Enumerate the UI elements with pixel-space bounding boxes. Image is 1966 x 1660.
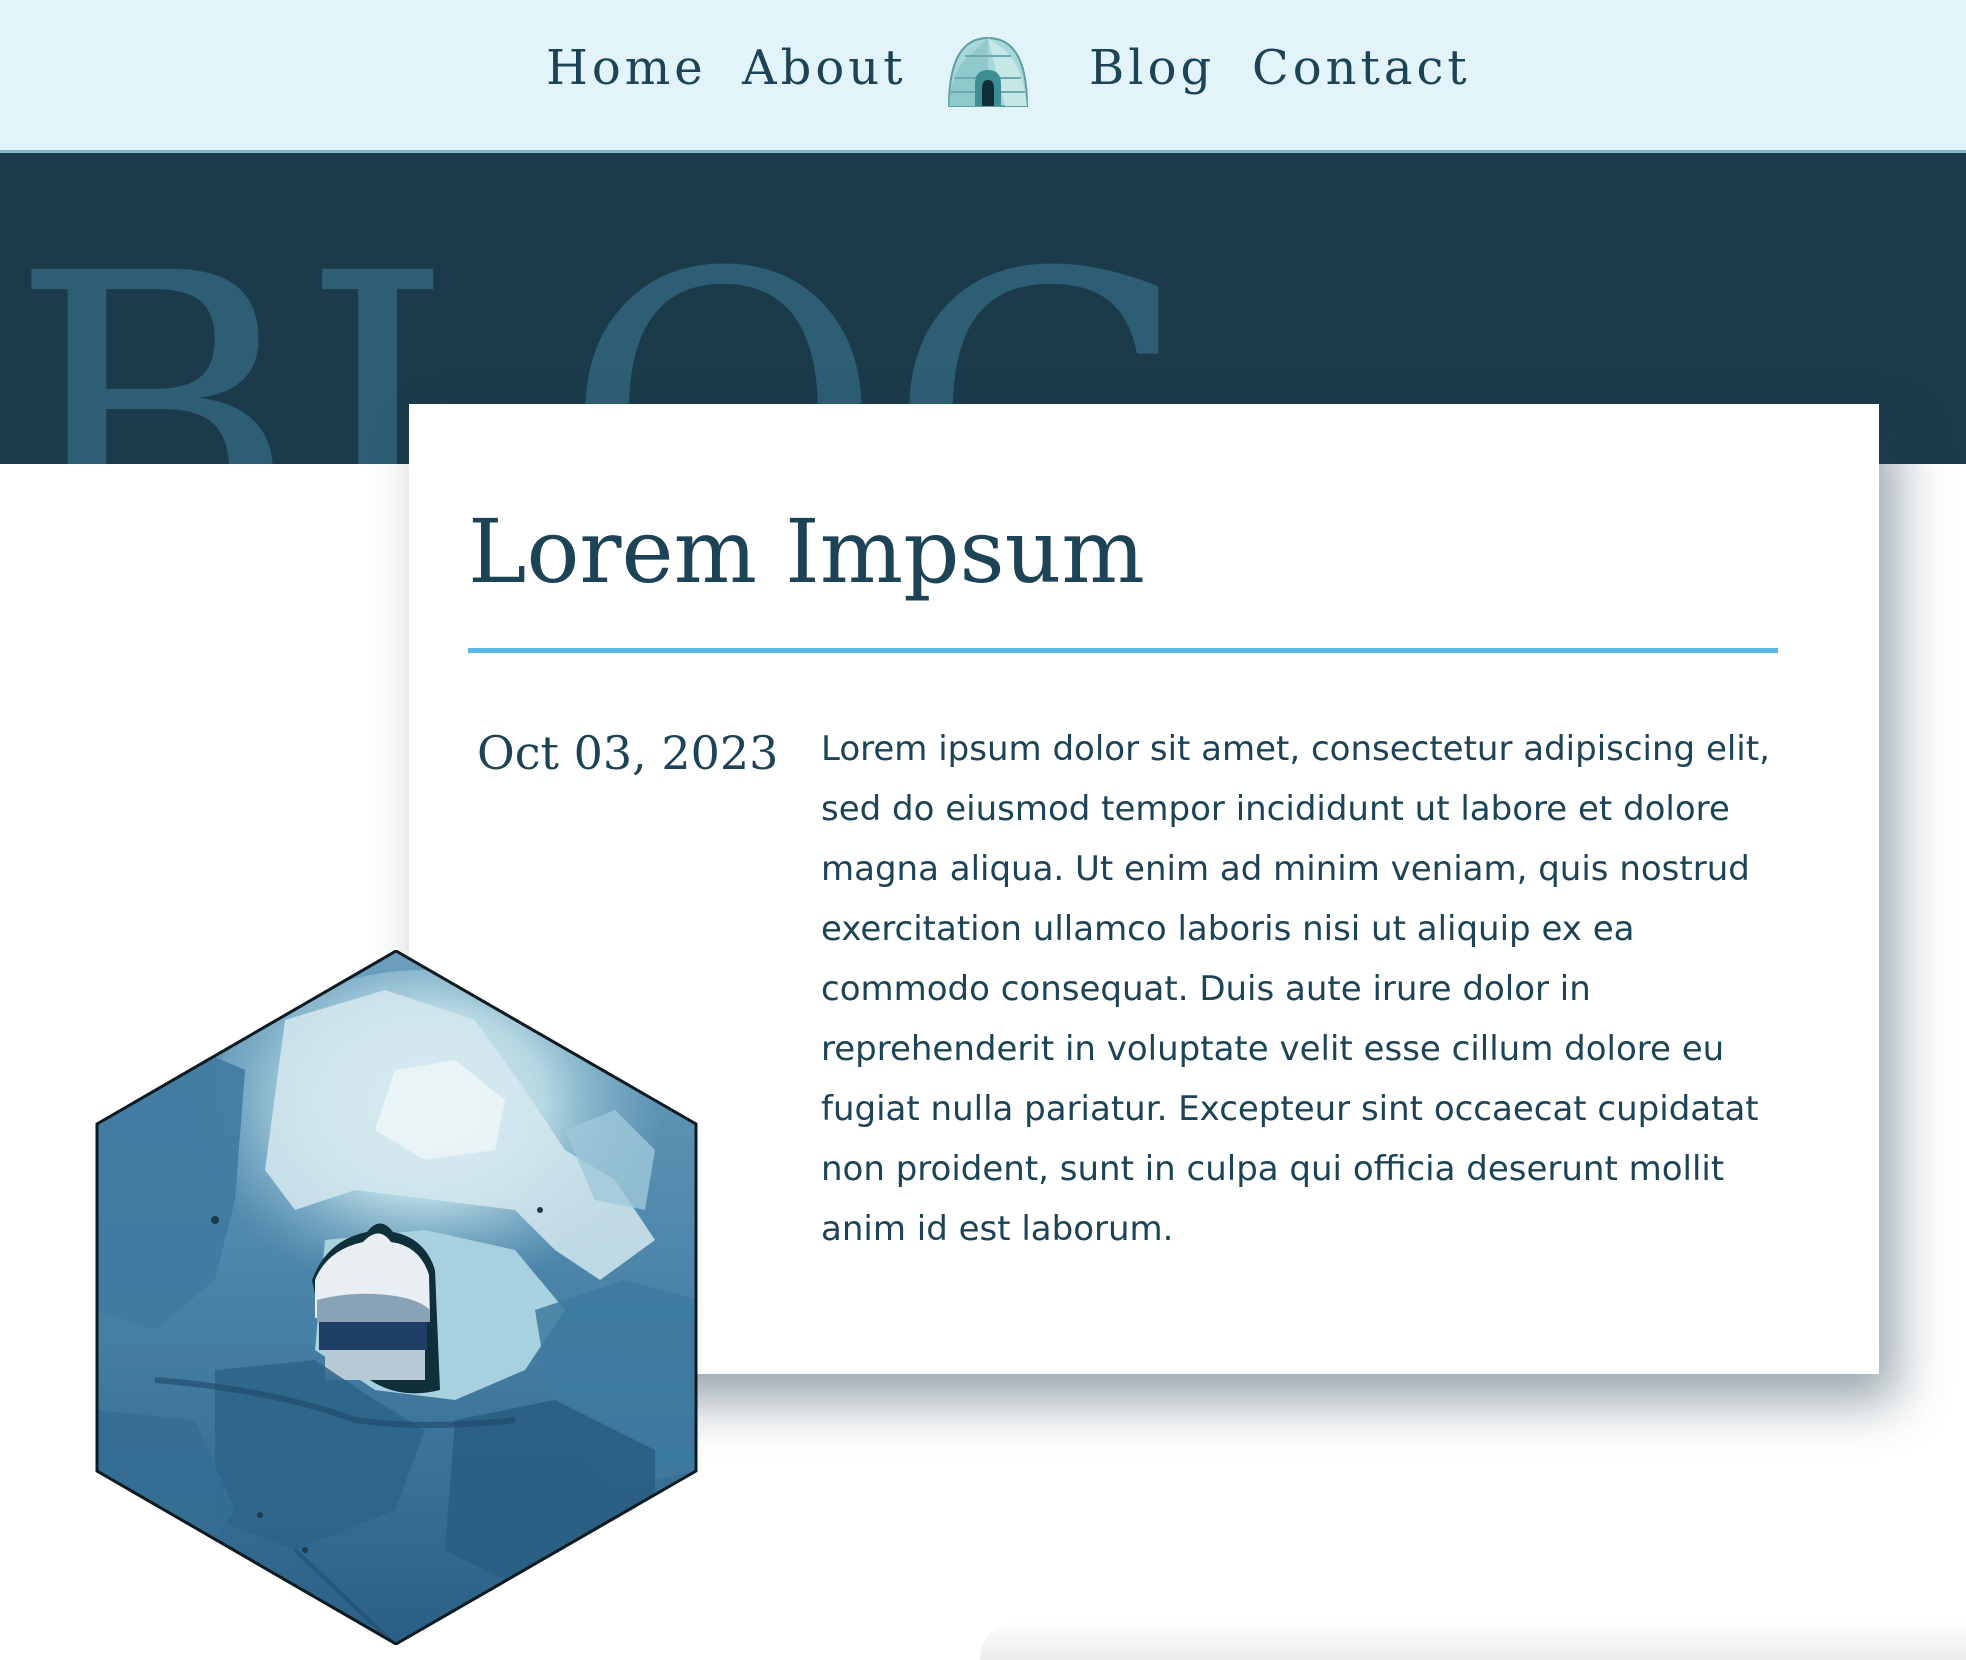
title-divider: [468, 648, 1778, 653]
nav-blog-link[interactable]: Blog: [1089, 40, 1215, 96]
nav-about-link[interactable]: About: [742, 40, 907, 96]
igloo-icon[interactable]: [945, 32, 1031, 108]
bottom-shadow: [980, 1620, 1966, 1660]
nav-contact-link[interactable]: Contact: [1252, 40, 1471, 96]
top-nav: Home About Blog Contact: [0, 0, 1966, 153]
ice-cave-hexagon-image: [95, 950, 698, 1645]
post-body: Lorem ipsum dolor sit amet, consectetur …: [821, 729, 1770, 1249]
nav-home-link[interactable]: Home: [546, 40, 707, 96]
post-date: Oct 03, 2023: [477, 726, 779, 780]
post-title: Lorem Impsum: [468, 500, 1145, 603]
